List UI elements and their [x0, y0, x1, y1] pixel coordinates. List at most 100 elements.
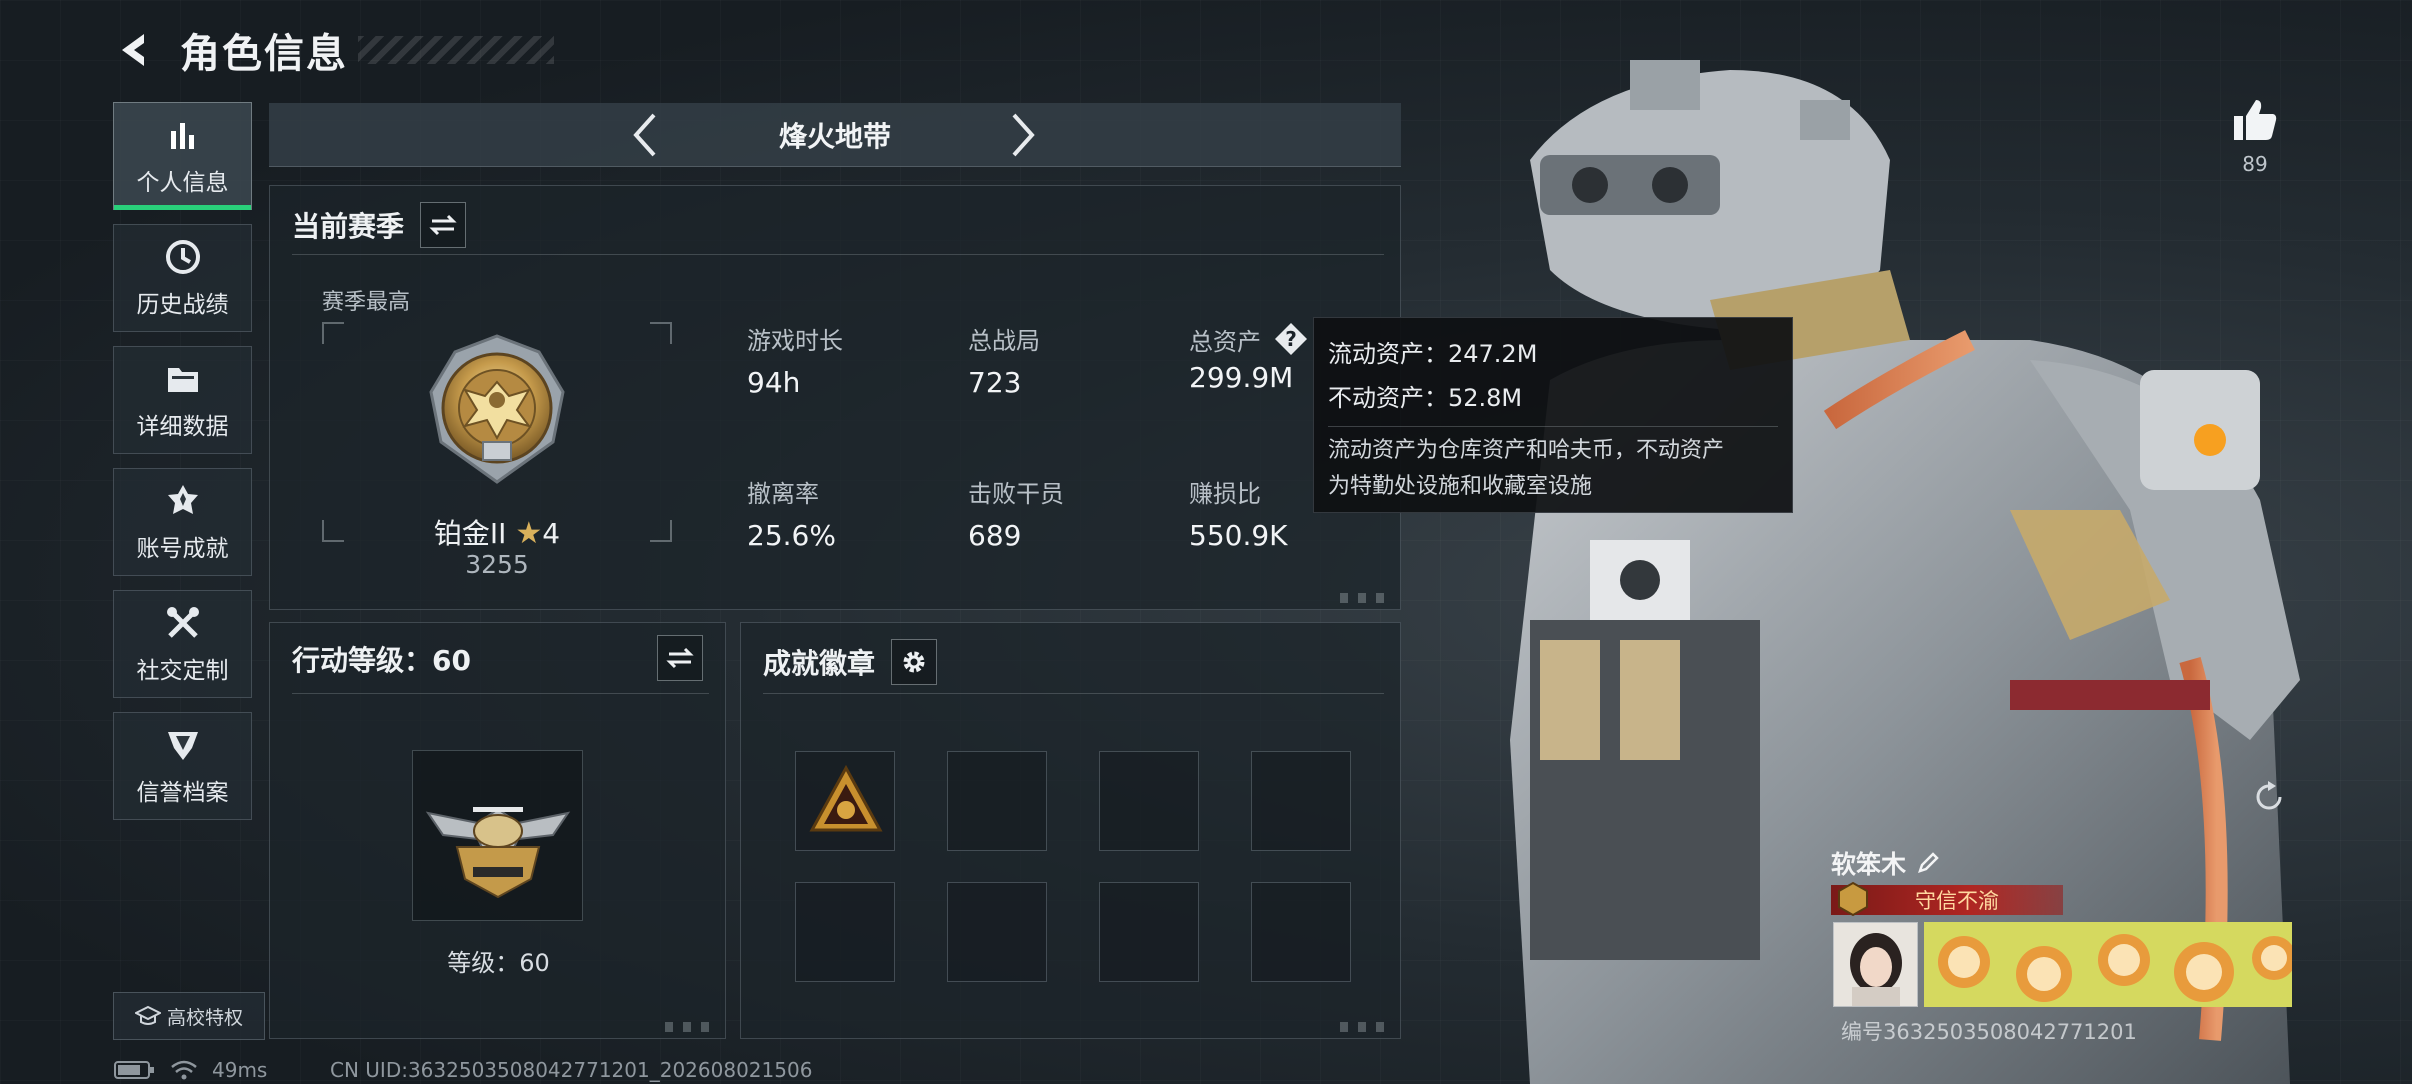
credit-icon	[163, 725, 203, 765]
sidebar-item-achievements[interactable]: 账号成就	[113, 468, 252, 576]
sidebar-item-label: 信誉档案	[136, 780, 229, 806]
page-header: 角色信息	[112, 22, 554, 78]
battery-icon	[114, 1061, 154, 1079]
badge-slot-3[interactable]	[1099, 751, 1199, 851]
divider	[292, 254, 1384, 255]
stat-profit-ratio: 赚损比 550.9K	[1189, 474, 1288, 552]
avatar[interactable]	[1833, 922, 1918, 1007]
achievements-header: 成就徽章	[763, 639, 938, 685]
achievements-settings-button[interactable]	[891, 639, 938, 685]
mode-name: 烽火地带	[778, 119, 891, 153]
sidebar-item-credit-file[interactable]: 信誉档案	[113, 712, 252, 820]
swap-icon	[666, 647, 694, 669]
chevron-left-icon	[633, 113, 656, 157]
stat-value: 299.9M	[1189, 361, 1294, 394]
sidebar-item-personal-info[interactable]: 个人信息	[113, 102, 252, 210]
title-decoration	[358, 36, 554, 64]
sidebar-item-social-custom[interactable]: 社交定制	[113, 590, 252, 698]
thumbs-up-icon	[2234, 100, 2277, 140]
stat-play-time: 游戏时长 94h	[747, 321, 843, 399]
tooltip-liquid-assets: 流动资产：247.2M	[1328, 340, 1538, 368]
stat-label: 游戏时长	[747, 327, 843, 355]
badge-slot-4[interactable]	[1251, 751, 1351, 851]
like-count: 89	[2242, 152, 2268, 176]
wifi-icon	[171, 1060, 197, 1080]
campus-privilege-label: 高校特权	[166, 1006, 243, 1029]
season-panel-header: 当前赛季	[292, 202, 467, 248]
action-level-title: 行动等级：60	[292, 644, 471, 677]
mode-prev-button[interactable]	[621, 111, 669, 159]
bar-chart-icon	[163, 115, 203, 155]
stat-operators-defeated: 击败干员 689	[968, 474, 1064, 552]
divider	[292, 693, 709, 694]
stat-value: 550.9K	[1189, 519, 1288, 552]
trust-tag-label: 守信不渝	[1915, 889, 1999, 913]
badge-slot-6[interactable]	[947, 882, 1047, 982]
sidebar-item-detailed-data[interactable]: 详细数据	[113, 346, 252, 454]
stat-label: 总战局	[968, 327, 1040, 355]
stat-value: 723	[968, 366, 1022, 399]
gear-icon	[903, 651, 925, 673]
rank-frame: 铂金II ★4 3255	[322, 322, 672, 579]
rank-emblem-icon	[429, 334, 565, 484]
panel-corner-decoration	[1340, 593, 1394, 603]
profile-name: 软笨木	[1831, 850, 1907, 879]
history-clock-icon	[163, 237, 203, 277]
graduation-cap-icon	[134, 1005, 161, 1025]
edit-pencil-icon[interactable]	[1916, 851, 1940, 875]
helicopter-emblem-icon	[425, 807, 571, 899]
rotate-icon[interactable]	[2252, 780, 2286, 814]
divider	[763, 693, 1384, 694]
tools-icon	[163, 603, 203, 643]
rank-score: 3255	[465, 550, 529, 579]
action-level-switch-button[interactable]	[657, 635, 703, 681]
action-level-panel: 行动等级：60 等级：60	[269, 622, 726, 1039]
rank-name-text: 铂金II	[433, 517, 507, 550]
stat-extraction-rate: 撤离率 25.6%	[747, 474, 836, 552]
cn-uid: CN UID:3632503508042771201_202608021506	[330, 1058, 813, 1082]
tooltip-divider	[1328, 426, 1778, 427]
ping-value: 49ms	[212, 1058, 268, 1082]
badge-slot-8[interactable]	[1251, 882, 1351, 982]
trust-tag: 守信不渝	[1831, 881, 2063, 917]
stat-value: 25.6%	[747, 519, 836, 552]
badge-slot-5[interactable]	[795, 882, 895, 982]
achievement-icon	[163, 481, 203, 521]
sidebar: 个人信息 历史战绩 详细数据 账号成就 社交定制 信誉档案	[113, 102, 252, 834]
sidebar-item-label: 详细数据	[136, 414, 229, 440]
like-button[interactable]: 89	[2225, 98, 2285, 176]
badge-slot-7[interactable]	[1099, 882, 1199, 982]
panel-corner-decoration	[1340, 1022, 1394, 1032]
rank-stars: 4	[542, 517, 561, 550]
badge-slot-2[interactable]	[947, 751, 1047, 851]
star-icon: ★	[515, 516, 543, 551]
stat-label: 总资产	[1189, 327, 1261, 356]
sidebar-item-history[interactable]: 历史战绩	[113, 224, 252, 332]
profile-uid: 编号3632503508042771201	[1841, 1020, 2137, 1044]
campus-privilege-button[interactable]: 高校特权	[113, 992, 265, 1040]
cartoon-banner-icon	[1924, 922, 2292, 1007]
tooltip-fixed-assets: 不动资产：52.8M	[1328, 384, 1523, 412]
back-arrow-icon[interactable]	[112, 28, 156, 72]
season-switch-button[interactable]	[420, 202, 467, 248]
season-title: 当前赛季	[292, 210, 405, 243]
sidebar-item-label: 账号成就	[136, 536, 229, 562]
stat-total-matches: 总战局 723	[968, 321, 1040, 399]
tooltip-note-line1: 流动资产为仓库资产和哈夫币，不动资产	[1328, 438, 1725, 463]
help-icon[interactable]: ?	[1273, 321, 1309, 357]
status-bar: 49ms	[114, 1058, 267, 1082]
swap-icon	[429, 214, 457, 236]
achievements-panel: 成就徽章	[740, 622, 1401, 1039]
mode-next-button[interactable]	[999, 111, 1047, 159]
action-level-emblem-frame	[412, 750, 583, 921]
action-level-header: 行动等级：60	[292, 639, 471, 679]
rank-name: 铂金II ★4	[322, 512, 672, 552]
mode-selector: 烽火地带	[269, 103, 1401, 167]
stat-label: 击败干员	[968, 480, 1064, 508]
sidebar-item-label: 历史战绩	[136, 292, 229, 318]
action-level-text: 等级：60	[447, 949, 550, 977]
profile-name-row: 软笨木	[1831, 843, 2293, 883]
avatar-portrait-icon	[1834, 923, 1917, 1006]
svg-text:?: ?	[1285, 327, 1297, 351]
badge-slot-1[interactable]	[795, 751, 895, 851]
